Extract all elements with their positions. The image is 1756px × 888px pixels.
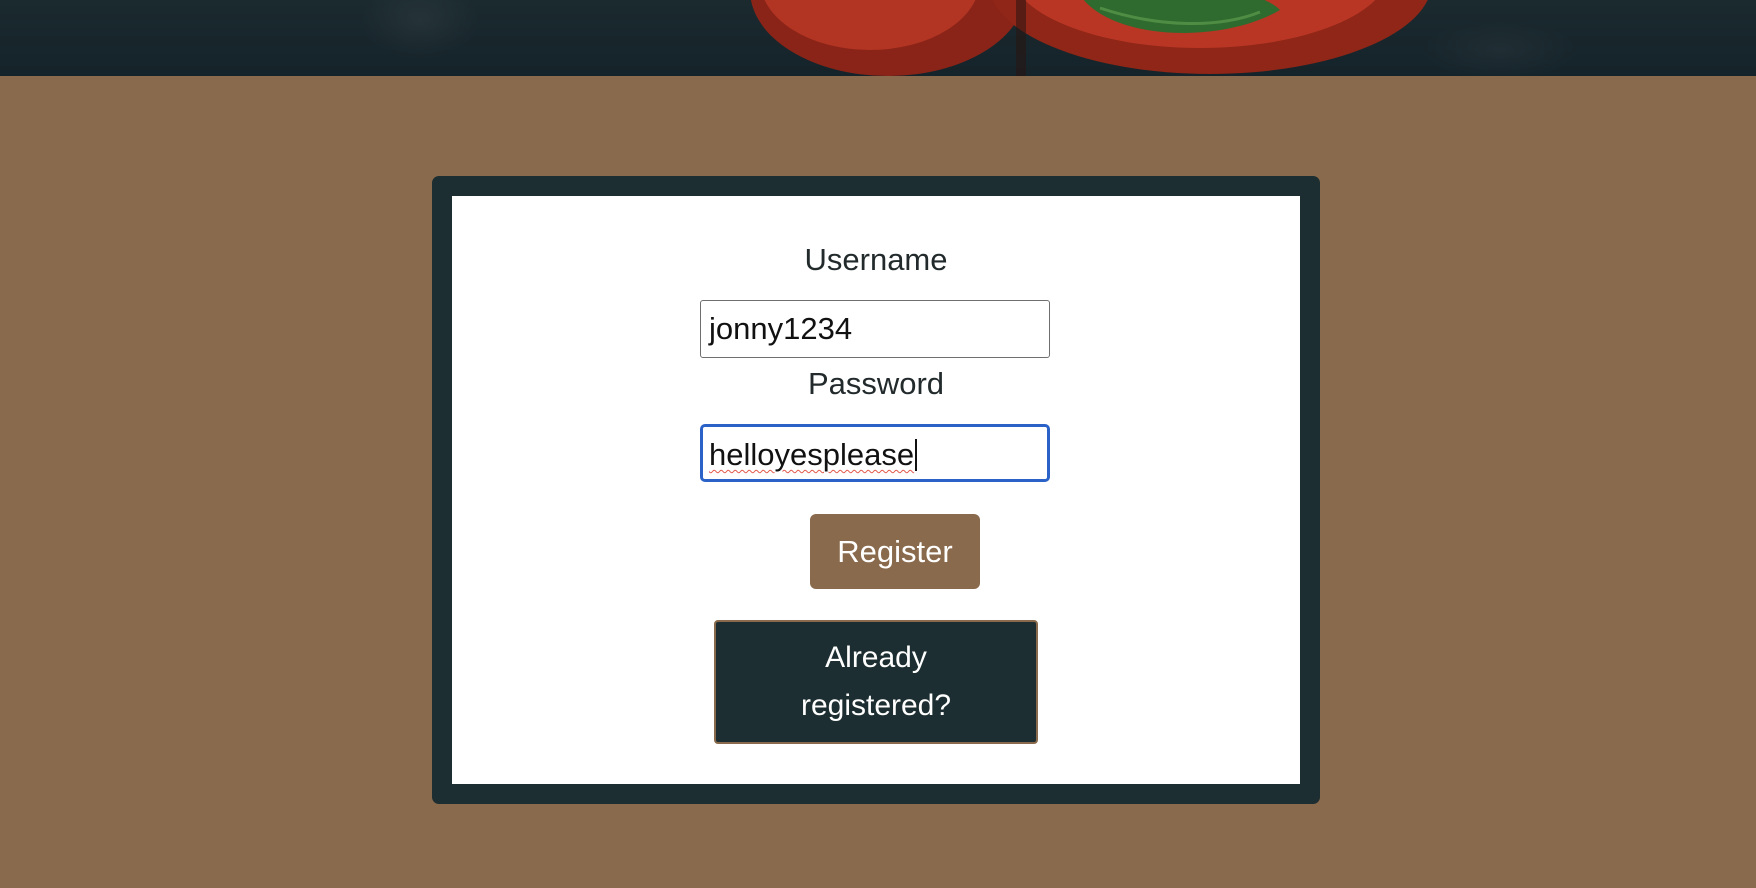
password-input[interactable]: helloyesplease xyxy=(700,424,1050,482)
register-button[interactable]: Register xyxy=(810,514,980,589)
username-input-value: jonny1234 xyxy=(709,311,853,346)
text-caret xyxy=(915,438,918,471)
username-input[interactable]: jonny1234 xyxy=(700,300,1050,358)
password-input-value: helloyesplease xyxy=(709,437,915,472)
register-form: Username jonny1234 Password helloyesplea… xyxy=(452,196,1300,784)
tomatoes-photo-icon xyxy=(750,0,1428,76)
username-label: Username xyxy=(804,242,948,277)
register-card: Username jonny1234 Password helloyesplea… xyxy=(432,176,1320,804)
hero-image xyxy=(0,0,1756,76)
password-label: Password xyxy=(807,366,945,401)
already-registered-button[interactable]: Already registered? xyxy=(714,620,1038,744)
